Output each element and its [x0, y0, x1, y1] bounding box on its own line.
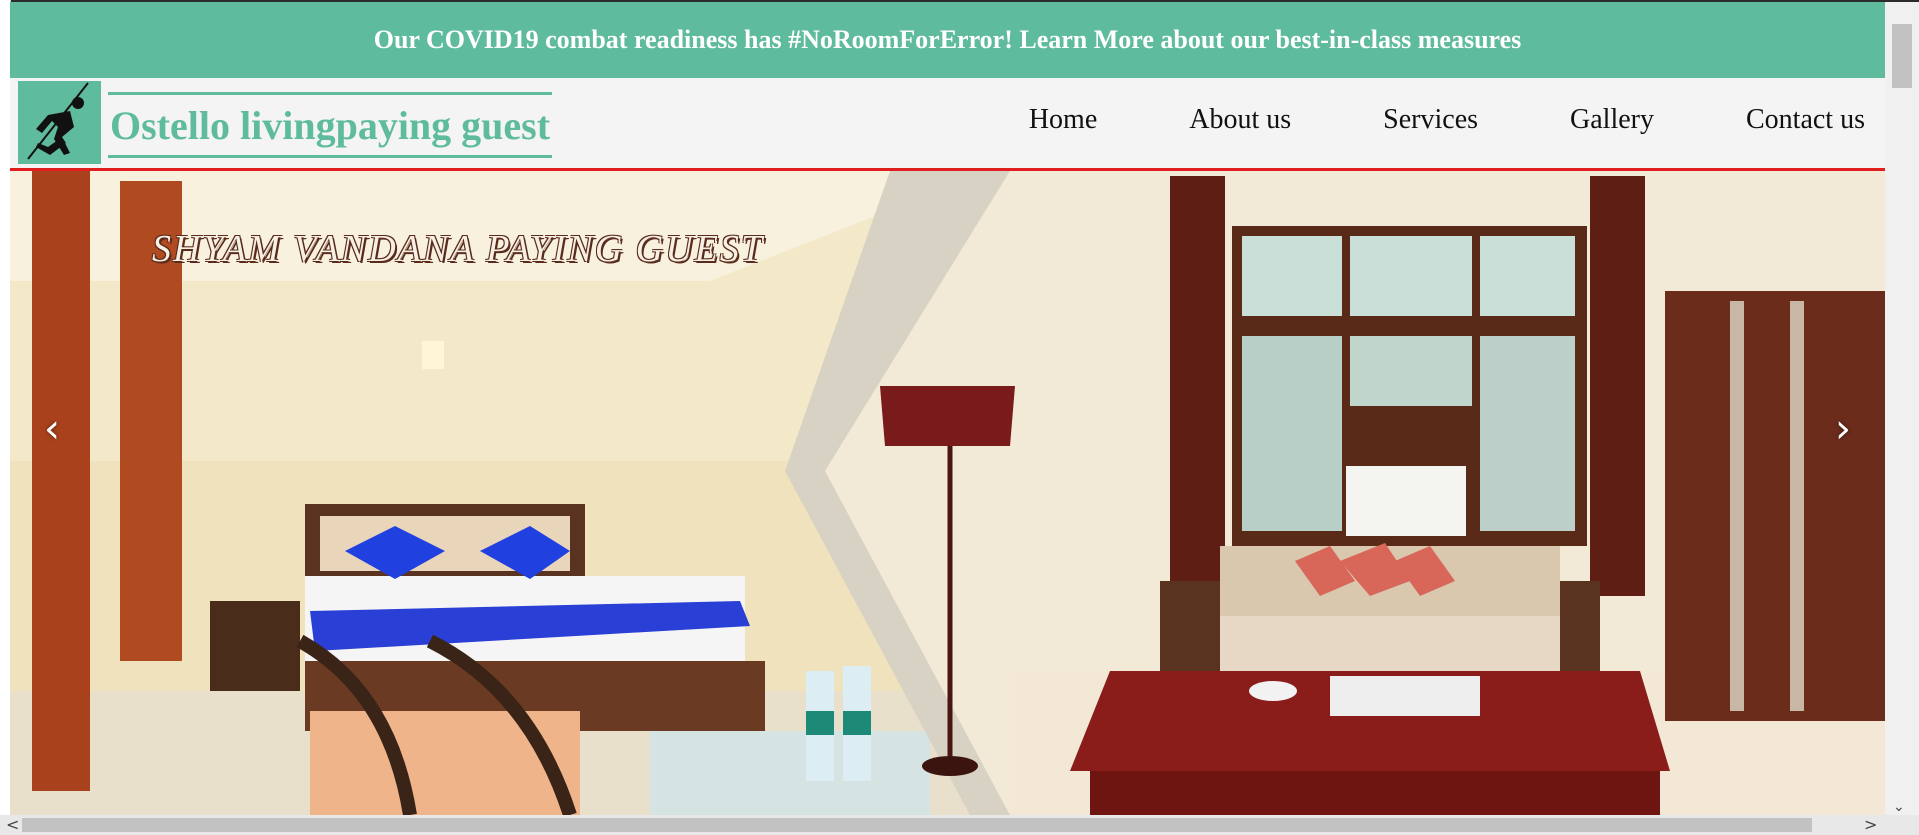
nav-services[interactable]: Services [1383, 104, 1478, 136]
scroll-left-icon[interactable]: < [6, 815, 19, 834]
covid-announcement-bar[interactable]: Our COVID19 combat readiness has #NoRoom… [10, 2, 1885, 78]
vertical-scrollbar[interactable]: ⌄ [1885, 2, 1919, 815]
site-header: Ostello livingpaying guest Home About us… [10, 78, 1885, 171]
chevron-left-icon[interactable]: ‹ [32, 399, 72, 459]
brand-name[interactable]: Ostello livingpaying guest [108, 92, 553, 158]
nav-home[interactable]: Home [1029, 104, 1097, 136]
logo[interactable] [18, 81, 101, 164]
chevron-right-icon[interactable]: › [1823, 399, 1863, 459]
announcement-text[interactable]: Our COVID19 combat readiness has #NoRoom… [374, 25, 1522, 55]
main-nav: Home About us Services Gallery Contact u… [937, 104, 1865, 136]
nav-gallery[interactable]: Gallery [1570, 104, 1654, 136]
scroll-down-icon[interactable]: ⌄ [1893, 799, 1905, 815]
sprinter-icon [27, 82, 89, 160]
vertical-scroll-thumb[interactable] [1892, 24, 1912, 88]
nav-about-us[interactable]: About us [1189, 104, 1291, 136]
hero-carousel[interactable]: SHYAM VANDANA PAYING GUEST ‹ › [10, 171, 1885, 815]
horizontal-scroll-thumb[interactable] [22, 818, 1812, 832]
scroll-right-icon[interactable]: > [1864, 815, 1877, 834]
horizontal-scrollbar[interactable]: < > [0, 815, 1919, 835]
nav-contact-us[interactable]: Contact us [1746, 104, 1865, 136]
hero-title: SHYAM VANDANA PAYING GUEST [152, 228, 764, 270]
